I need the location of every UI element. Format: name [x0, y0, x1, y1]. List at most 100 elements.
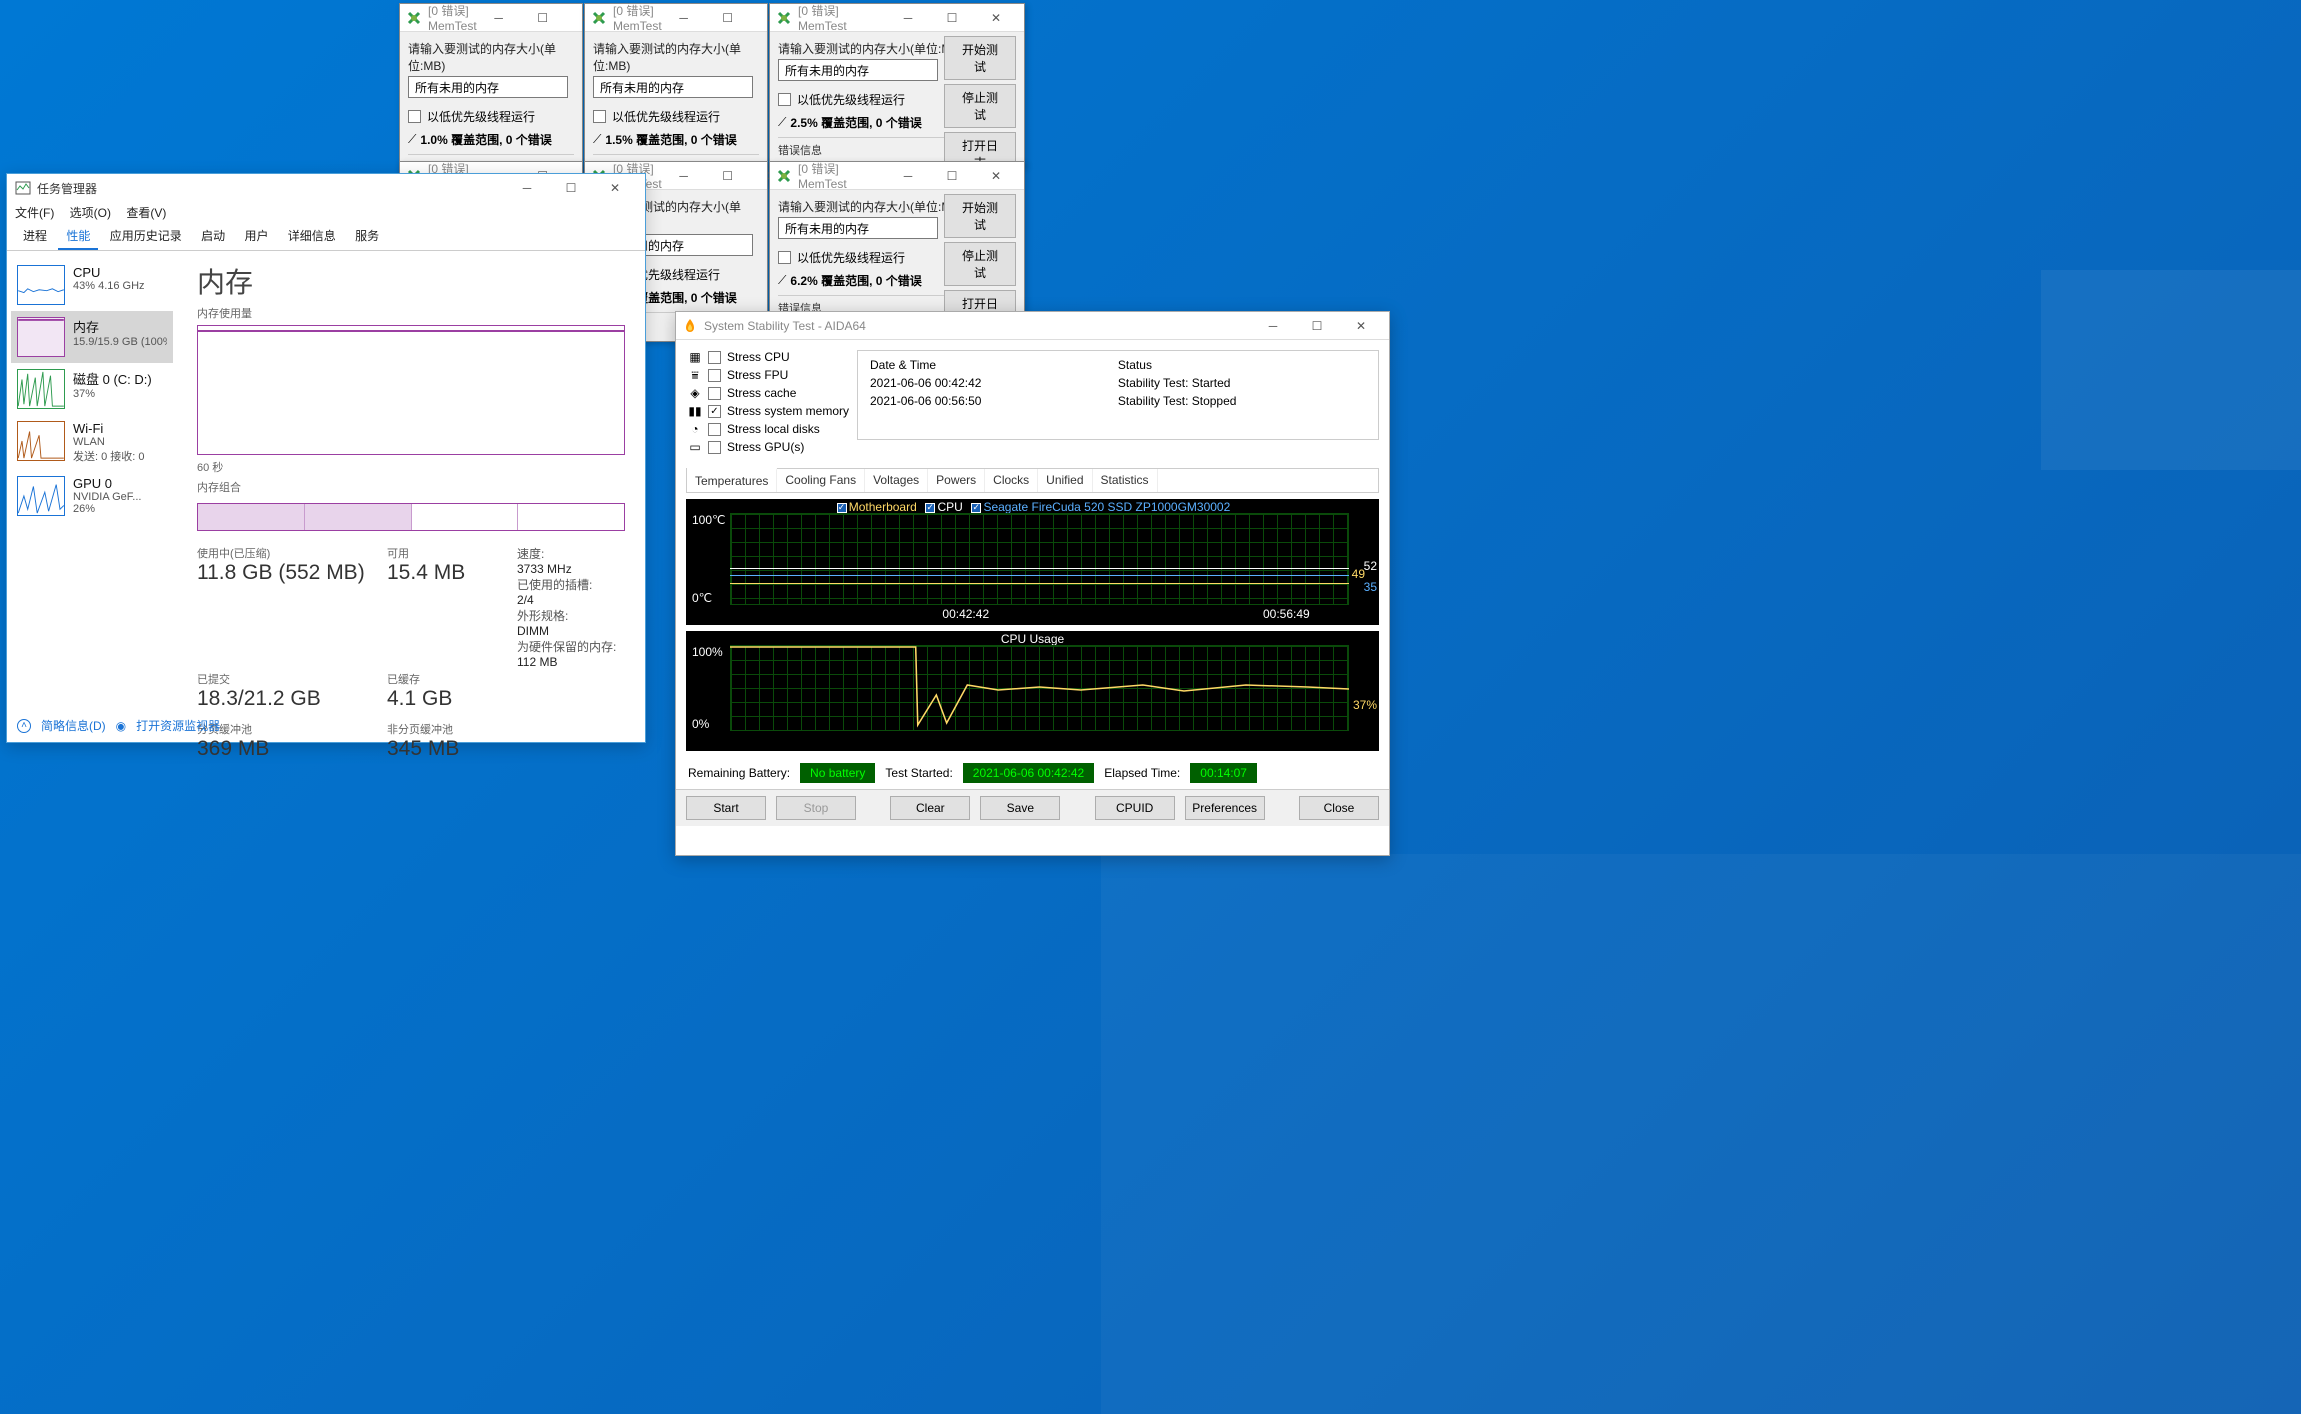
- mem-sparkline: [17, 317, 65, 357]
- chevron-up-icon[interactable]: ˄: [17, 719, 31, 733]
- label: Stress CPU: [727, 350, 790, 364]
- label: 磁盘 0 (C: D:): [73, 369, 167, 388]
- stop-test-button[interactable]: 停止测试: [944, 242, 1016, 286]
- minimize-button[interactable]: ─: [662, 162, 706, 190]
- memory-size-input[interactable]: [778, 59, 938, 81]
- titlebar[interactable]: [0 错误] MemTest ─☐✕: [400, 4, 582, 32]
- tab-clocks[interactable]: Clocks: [985, 469, 1038, 492]
- maximize-button[interactable]: ☐: [521, 4, 565, 32]
- brief-info-link[interactable]: 简略信息(D): [41, 717, 106, 734]
- sidebar-item-wifi[interactable]: Wi-FiWLAN发送: 0 接收: 0: [11, 415, 173, 470]
- memory-size-input[interactable]: [408, 76, 568, 98]
- meta-value: 112 MB: [517, 655, 557, 669]
- flame-icon: [682, 318, 698, 334]
- memtest-window-0[interactable]: [0 错误] MemTest ─☐✕ 请输入要测试的内存大小(单位:MB) 以低…: [399, 3, 583, 184]
- tab-temperatures[interactable]: Temperatures: [687, 468, 777, 492]
- input-label: 请输入要测试的内存大小(单位:MB): [408, 40, 574, 74]
- resource-monitor-link[interactable]: 打开资源监视器: [136, 717, 220, 734]
- close-button[interactable]: Close: [1299, 796, 1379, 820]
- tab-history[interactable]: 应用历史记录: [102, 223, 190, 248]
- stop-test-button[interactable]: 停止测试: [944, 84, 1016, 128]
- maximize-button[interactable]: ☐: [706, 4, 750, 32]
- save-button[interactable]: Save: [980, 796, 1060, 820]
- checkbox-low-priority[interactable]: [778, 251, 791, 264]
- checkbox-stress-cpu[interactable]: [708, 351, 721, 364]
- tab-powers[interactable]: Powers: [928, 469, 985, 492]
- input-label: 请输入要测试的内存大小(单位:MB): [593, 40, 759, 74]
- event-log[interactable]: Date & TimeStatus 2021-06-06 00:42:42Sta…: [857, 350, 1379, 440]
- menu-file[interactable]: 文件(F): [15, 206, 54, 220]
- maximize-button[interactable]: ☐: [1295, 312, 1339, 340]
- memory-size-input[interactable]: [778, 217, 938, 239]
- tab-users[interactable]: 用户: [236, 223, 276, 248]
- checkbox-stress-memory[interactable]: ✓: [708, 405, 721, 418]
- checkbox-stress-disk[interactable]: [708, 423, 721, 436]
- start-test-button[interactable]: 开始测试: [944, 194, 1016, 238]
- y-min: 0℃: [692, 591, 712, 605]
- minimize-button[interactable]: ─: [505, 174, 549, 202]
- titlebar[interactable]: [0 错误] MemTest ─☐✕: [585, 4, 767, 32]
- started-value: 2021-06-06 00:42:42: [963, 763, 1094, 783]
- cpuid-button[interactable]: CPUID: [1095, 796, 1175, 820]
- minimize-button[interactable]: ─: [477, 4, 521, 32]
- stop-button[interactable]: Stop: [776, 796, 856, 820]
- tab-startup[interactable]: 启动: [193, 223, 233, 248]
- sidebar-item-disk[interactable]: 磁盘 0 (C: D:)37%: [11, 363, 173, 415]
- menu-options[interactable]: 选项(O): [70, 206, 111, 220]
- tab-unified[interactable]: Unified: [1038, 469, 1092, 492]
- stat-value: 18.3/21.2 GB: [197, 687, 377, 711]
- aida64-window[interactable]: System Stability Test - AIDA64 ─ ☐ ✕ ▦St…: [675, 311, 1390, 856]
- checkbox-mb[interactable]: [837, 503, 847, 513]
- preferences-button[interactable]: Preferences: [1185, 796, 1265, 820]
- sidebar-item-memory[interactable]: 内存15.9/15.9 GB (100%): [11, 311, 173, 363]
- task-manager-window[interactable]: 任务管理器 ─ ☐ ✕ 文件(F) 选项(O) 查看(V) 进程 性能 应用历史…: [6, 173, 646, 743]
- menu-view[interactable]: 查看(V): [126, 206, 166, 220]
- titlebar[interactable]: System Stability Test - AIDA64 ─ ☐ ✕: [676, 312, 1389, 340]
- progress-icon: ⟋: [778, 273, 786, 288]
- tab-statistics[interactable]: Statistics: [1093, 469, 1158, 492]
- tab-voltages[interactable]: Voltages: [865, 469, 928, 492]
- tab-fans[interactable]: Cooling Fans: [777, 469, 865, 492]
- sidebar: CPU43% 4.16 GHz 内存15.9/15.9 GB (100%) 磁盘…: [7, 251, 177, 719]
- titlebar[interactable]: 任务管理器 ─ ☐ ✕: [7, 174, 645, 202]
- start-button[interactable]: Start: [686, 796, 766, 820]
- cpu-usage-chart: CPU Usage 100% 0% 37%: [686, 631, 1379, 751]
- memtest-window-5[interactable]: [0 错误] MemTest ─☐✕ 请输入要测试的内存大小(单位:MB) 以低…: [769, 161, 1025, 325]
- checkbox-ssd[interactable]: [971, 503, 981, 513]
- progress-icon: ⟋: [593, 132, 601, 147]
- clear-button[interactable]: Clear: [890, 796, 970, 820]
- titlebar[interactable]: [0 错误] MemTest ─☐✕: [770, 162, 1024, 190]
- sidebar-item-cpu[interactable]: CPU43% 4.16 GHz: [11, 259, 173, 311]
- checkbox-stress-fpu[interactable]: [708, 369, 721, 382]
- maximize-button[interactable]: ☐: [930, 162, 974, 190]
- memory-size-input[interactable]: [593, 76, 753, 98]
- memtest-window-1[interactable]: [0 错误] MemTest ─☐✕ 请输入要测试的内存大小(单位:MB) 以低…: [584, 3, 768, 184]
- maximize-button[interactable]: ☐: [549, 174, 593, 202]
- tab-processes[interactable]: 进程: [15, 223, 55, 248]
- checkbox-low-priority[interactable]: [408, 110, 421, 123]
- checkbox-low-priority[interactable]: [593, 110, 606, 123]
- minimize-button[interactable]: ─: [1251, 312, 1295, 340]
- tab-performance[interactable]: 性能: [58, 223, 98, 250]
- temp-line-yellow: [730, 583, 1349, 584]
- checkbox-low-priority[interactable]: [778, 93, 791, 106]
- minimize-button[interactable]: ─: [886, 162, 930, 190]
- maximize-button[interactable]: ☐: [706, 162, 750, 190]
- close-button[interactable]: ✕: [974, 4, 1018, 32]
- close-button[interactable]: ✕: [593, 174, 637, 202]
- close-button[interactable]: ✕: [974, 162, 1018, 190]
- battery-label: Remaining Battery:: [688, 766, 790, 780]
- tab-details[interactable]: 详细信息: [280, 223, 344, 248]
- close-button[interactable]: ✕: [1339, 312, 1383, 340]
- memtest-window-2[interactable]: [0 错误] MemTest ─☐✕ 请输入要测试的内存大小(单位:MB) 以低…: [769, 3, 1025, 167]
- checkbox-cpu[interactable]: [925, 503, 935, 513]
- checkbox-stress-cache[interactable]: [708, 387, 721, 400]
- minimize-button[interactable]: ─: [886, 4, 930, 32]
- minimize-button[interactable]: ─: [662, 4, 706, 32]
- tab-services[interactable]: 服务: [347, 223, 387, 248]
- maximize-button[interactable]: ☐: [930, 4, 974, 32]
- checkbox-stress-gpu[interactable]: [708, 441, 721, 454]
- start-test-button[interactable]: 开始测试: [944, 36, 1016, 80]
- sidebar-item-gpu[interactable]: GPU 0NVIDIA GeF...26%: [11, 470, 173, 522]
- titlebar[interactable]: [0 错误] MemTest ─☐✕: [770, 4, 1024, 32]
